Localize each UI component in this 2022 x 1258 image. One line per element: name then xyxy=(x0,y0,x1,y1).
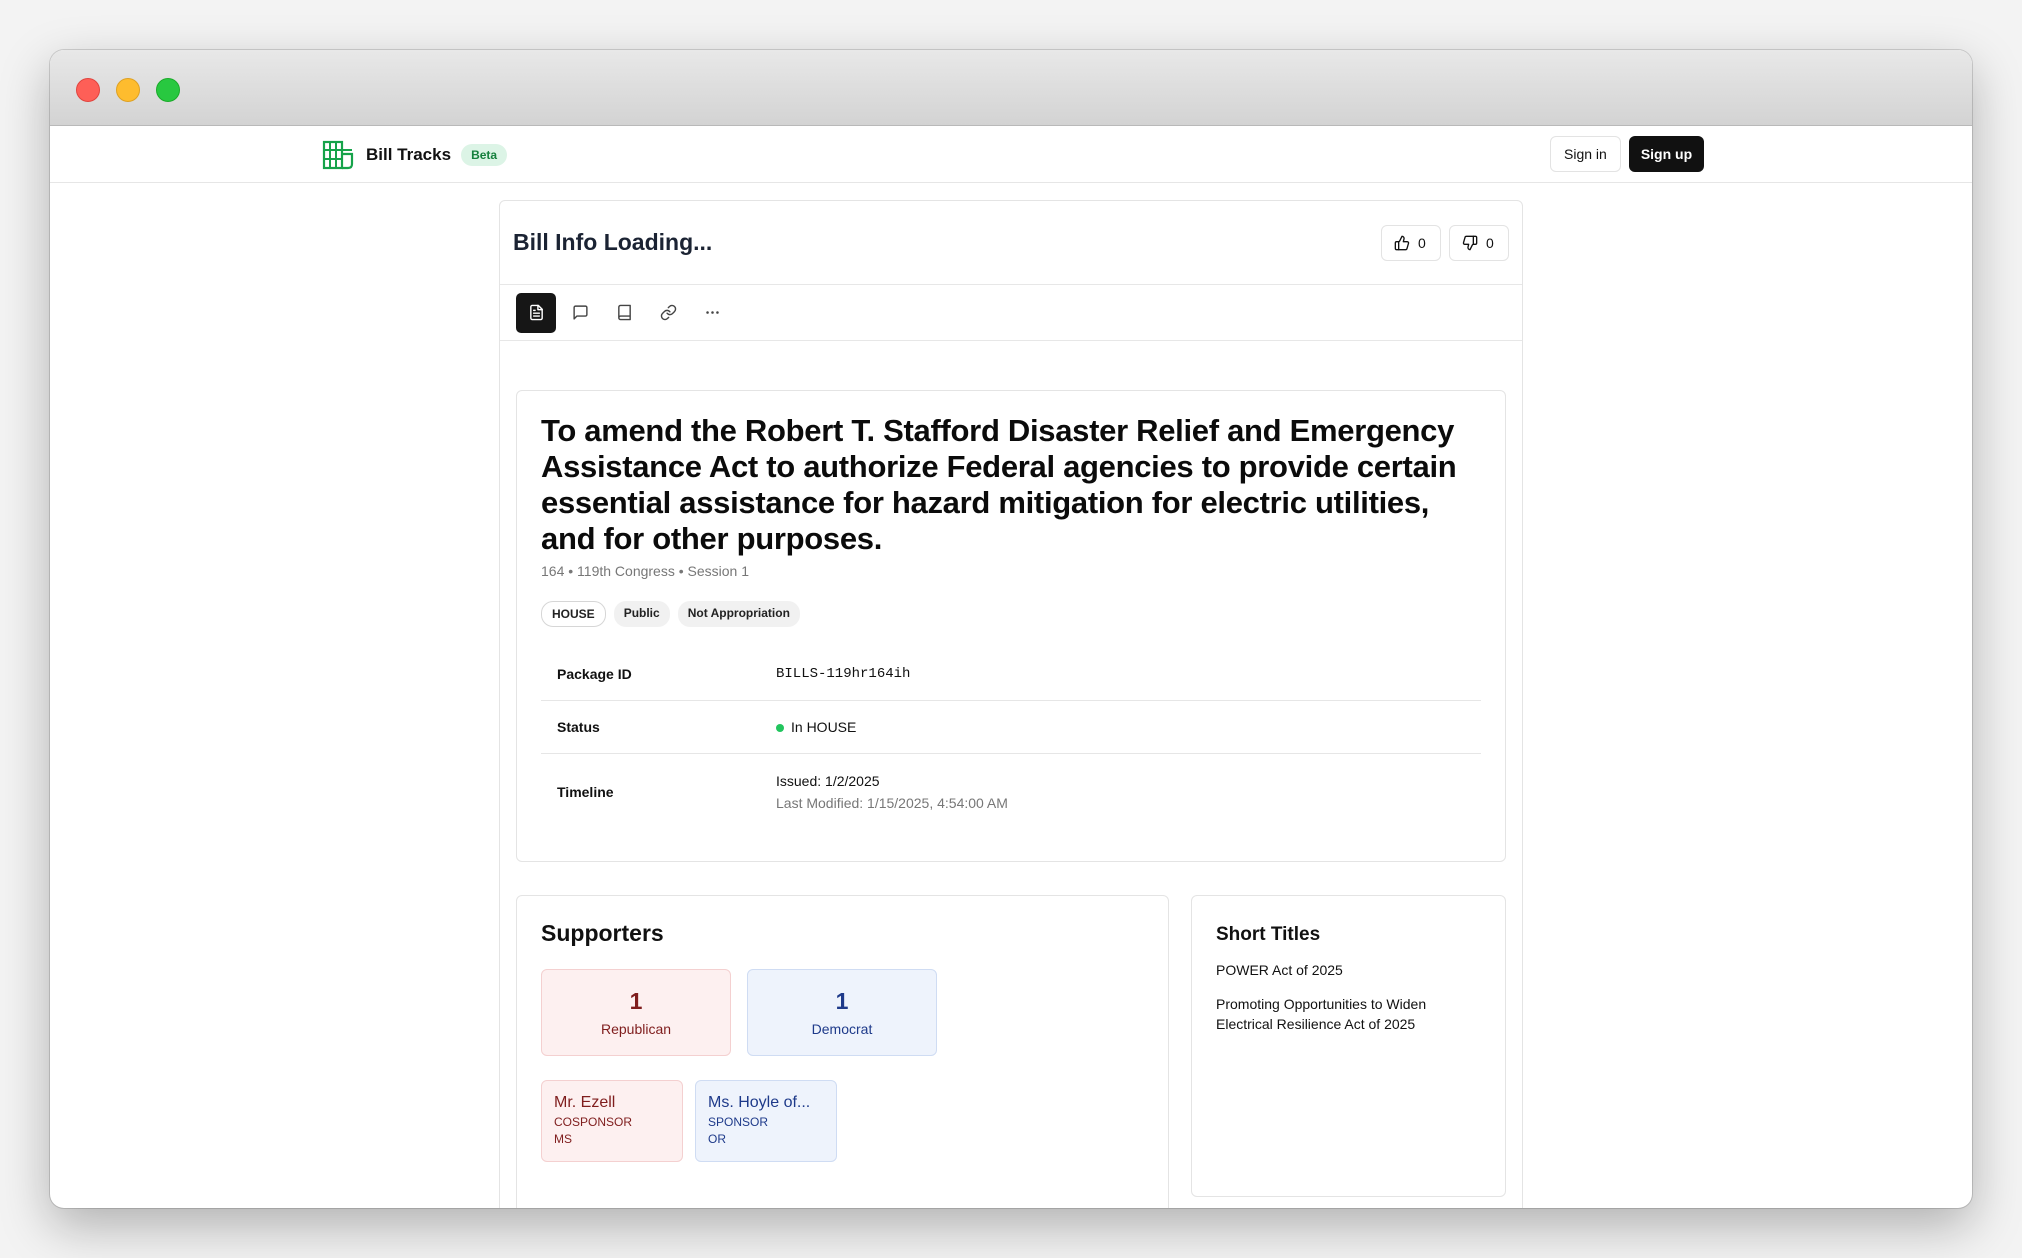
member-state: MS xyxy=(554,1132,572,1146)
upvote-count: 0 xyxy=(1418,235,1426,251)
status-label: Status xyxy=(557,719,600,735)
browser-window: Bill Tracks Beta Sign in Sign up Bill In… xyxy=(50,50,1972,1208)
page-title: Bill Info Loading... xyxy=(513,229,713,255)
maximize-window-button[interactable] xyxy=(156,78,180,102)
timeline-value: Issued: 1/2/2025 Last Modified: 1/15/202… xyxy=(776,754,1008,830)
tag-appropriation: Not Appropriation xyxy=(677,601,800,627)
thumbs-up-icon xyxy=(1394,235,1410,251)
status-text: In HOUSE xyxy=(791,719,857,735)
document-icon xyxy=(529,304,543,321)
tab-document[interactable] xyxy=(516,292,556,333)
member-card[interactable]: Mr. Ezell COSPONSOR MS xyxy=(541,1080,683,1162)
tab-text[interactable] xyxy=(604,293,644,333)
short-title-item: Promoting Opportunities to Widen Electri… xyxy=(1216,996,1427,1032)
panel-toolbar xyxy=(500,285,1522,341)
member-role: SPONSOR xyxy=(708,1115,769,1129)
member-name: Ms. Hoyle of... xyxy=(708,1094,811,1111)
republican-count-box: 1 Republican xyxy=(541,969,731,1056)
downvote-button[interactable]: 0 xyxy=(1449,225,1509,261)
member-list: Mr. Ezell COSPONSOR MS Ms. Hoyle of... S… xyxy=(541,1080,1144,1162)
building-logo-icon xyxy=(322,140,354,170)
comment-icon xyxy=(572,305,588,320)
democrat-label: Democrat xyxy=(811,1021,873,1037)
status-dot xyxy=(776,724,784,733)
issued-date: Issued: 1/2/2025 xyxy=(776,773,880,789)
timeline-label: Timeline xyxy=(557,784,614,800)
bill-meta: 164 • 119th Congress • Session 1 xyxy=(541,563,750,579)
brand-name: Bill Tracks xyxy=(366,145,452,164)
package-id-row: Package ID BILLS-119hr164ih xyxy=(541,647,1481,701)
more-icon xyxy=(705,311,719,314)
short-title-item: POWER Act of 2025 xyxy=(1216,962,1343,978)
bill-detail-panel: Bill Info Loading... 0 0 To amend the Ro… xyxy=(499,200,1523,1208)
auth-actions: Sign in Sign up xyxy=(1550,136,1705,172)
package-id-value: BILLS-119hr164ih xyxy=(776,665,911,682)
upvote-button[interactable]: 0 xyxy=(1381,225,1441,261)
republican-label: Republican xyxy=(600,1021,672,1037)
party-summary: 1 Republican 1 Democrat xyxy=(541,969,1144,1056)
downvote-count: 0 xyxy=(1486,235,1494,251)
link-icon xyxy=(660,304,676,321)
supporters-title: Supporters xyxy=(541,920,664,946)
supporters-card: Supporters 1 Republican 1 Democrat Mr. E… xyxy=(516,895,1169,1208)
bill-info-table: Package ID BILLS-119hr164ih Status In HO… xyxy=(541,647,1481,830)
republican-count: 1 xyxy=(629,988,643,1014)
last-modified-date: Last Modified: 1/15/2025, 4:54:00 AM xyxy=(776,795,1008,811)
bill-summary-card: To amend the Robert T. Stafford Disaster… xyxy=(516,390,1506,862)
package-id-label: Package ID xyxy=(557,665,632,682)
member-role: COSPONSOR xyxy=(554,1115,633,1129)
bill-title: To amend the Robert T. Stafford Disaster… xyxy=(541,413,1457,556)
member-state: OR xyxy=(708,1132,726,1146)
timeline-row: Timeline Issued: 1/2/2025 Last Modified:… xyxy=(541,754,1481,830)
member-name: Mr. Ezell xyxy=(554,1094,616,1111)
tab-comments[interactable] xyxy=(560,293,600,333)
sign-in-button[interactable]: Sign in xyxy=(1550,136,1621,172)
tag-chamber: HOUSE xyxy=(541,601,606,627)
tab-links[interactable] xyxy=(648,293,688,333)
tag-type: Public xyxy=(613,601,670,627)
minimize-window-button[interactable] xyxy=(116,78,140,102)
panel-header: Bill Info Loading... 0 0 xyxy=(500,201,1522,285)
vote-buttons: 0 0 xyxy=(1381,225,1509,261)
thumbs-down-icon xyxy=(1462,235,1478,251)
short-titles-card: Short Titles POWER Act of 2025 Promoting… xyxy=(1191,895,1506,1197)
more-options-button[interactable] xyxy=(692,293,732,333)
status-value: In HOUSE xyxy=(776,701,856,753)
bill-tags: HOUSE Public Not Appropriation xyxy=(541,601,1481,627)
status-row: Status In HOUSE xyxy=(541,701,1481,754)
beta-badge: Beta xyxy=(461,144,508,166)
sign-up-button[interactable]: Sign up xyxy=(1628,136,1705,172)
window-titlebar xyxy=(50,50,1972,126)
book-icon xyxy=(617,304,631,321)
democrat-count: 1 xyxy=(835,988,849,1014)
democrat-count-box: 1 Democrat xyxy=(747,969,937,1056)
brand-home-link[interactable]: Bill Tracks Beta xyxy=(322,140,508,170)
member-card[interactable]: Ms. Hoyle of... SPONSOR OR xyxy=(695,1080,837,1162)
short-titles-heading: Short Titles xyxy=(1216,924,1321,945)
close-window-button[interactable] xyxy=(76,78,100,102)
top-navbar: Bill Tracks Beta Sign in Sign up xyxy=(50,126,1972,183)
